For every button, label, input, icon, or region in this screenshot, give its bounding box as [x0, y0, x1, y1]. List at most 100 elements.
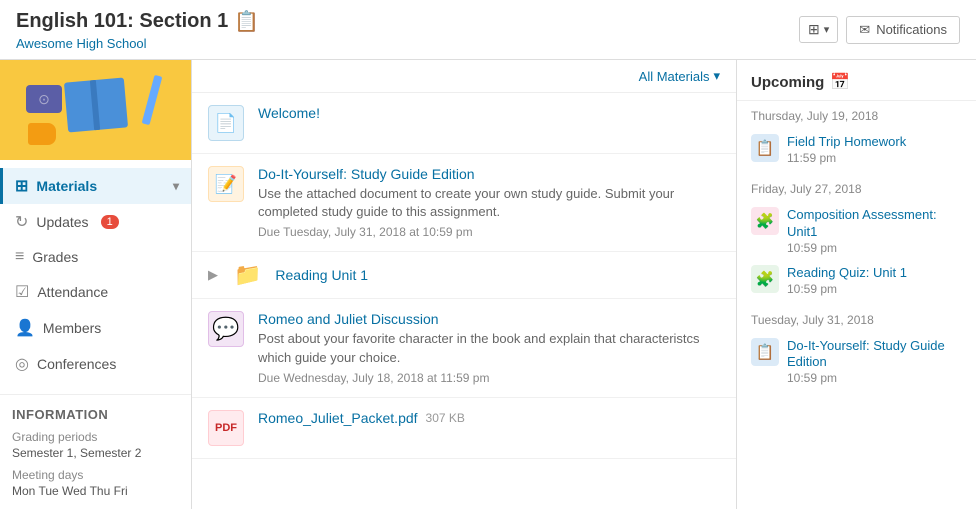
- date-label: Thursday, July 19, 2018: [751, 109, 962, 123]
- expand-icon: ▶: [208, 267, 220, 283]
- item-title[interactable]: Reading Quiz: Unit 1: [787, 265, 962, 282]
- megaphone-illustration: [28, 123, 56, 145]
- information-title: Information: [12, 407, 179, 422]
- document-icon: 📄: [208, 105, 244, 141]
- sidebar-information: Information Grading periods Semester 1, …: [0, 394, 191, 509]
- item-title[interactable]: Romeo and Juliet Discussion: [258, 311, 720, 327]
- item-title[interactable]: Composition Assessment: Unit1: [787, 207, 962, 241]
- folder-title: Reading Unit 1: [275, 267, 368, 283]
- file-size: 307 KB: [426, 411, 465, 425]
- sidebar-item-conferences[interactable]: ◎ Conferences: [0, 346, 191, 382]
- sidebar-item-updates[interactable]: ↻ Updates 1: [0, 204, 191, 240]
- grading-periods-value: Semester 1, Semester 2: [12, 446, 179, 460]
- pdf-icon: PDF: [208, 410, 244, 446]
- sidebar-item-label: Attendance: [37, 284, 108, 300]
- materials-icon: ⊞: [15, 176, 28, 196]
- list-item: PDF Romeo_Juliet_Packet.pdf 307 KB: [192, 398, 736, 459]
- date-label: Tuesday, July 31, 2018: [751, 313, 962, 327]
- sidebar: ⊞ Materials ▾ ↻ Updates 1 ≡ Grades ☑ Att…: [0, 60, 192, 509]
- list-item: 💬 Romeo and Juliet Discussion Post about…: [192, 299, 736, 397]
- upcoming-title: Upcoming: [751, 74, 824, 91]
- item-time: 10:59 pm: [787, 282, 962, 296]
- item-body: Field Trip Homework 11:59 pm: [787, 134, 962, 165]
- title-icon: 📋: [234, 9, 259, 34]
- upcoming-panel: Upcoming 📅 Thursday, July 19, 2018 📋 Fie…: [736, 60, 976, 509]
- course-hero-image: [0, 60, 192, 160]
- meeting-days-label: Meeting days: [12, 468, 179, 482]
- sidebar-item-label: Updates: [36, 214, 88, 230]
- homework-icon: 📋: [751, 134, 779, 162]
- pencil-illustration: [142, 75, 163, 125]
- page-title: English 101: Section 1 📋: [16, 9, 259, 34]
- all-materials-label: All Materials: [639, 69, 710, 84]
- assessment-icon: 🧩: [751, 207, 779, 235]
- item-title[interactable]: Field Trip Homework: [787, 134, 962, 151]
- date-group: Thursday, July 19, 2018 📋 Field Trip Hom…: [737, 101, 976, 174]
- item-title[interactable]: Welcome!: [258, 105, 720, 121]
- item-body: Do-It-Yourself: Study Guide Edition 10:5…: [787, 338, 962, 386]
- all-materials-button[interactable]: All Materials ▾: [639, 68, 720, 84]
- list-item: 🧩 Composition Assessment: Unit1 10:59 pm: [751, 202, 962, 260]
- assignment-icon: 📝: [208, 166, 244, 202]
- content-header: All Materials ▾: [192, 60, 736, 93]
- sidebar-item-label: Materials: [36, 178, 97, 194]
- item-title[interactable]: Do-It-Yourself: Study Guide Edition: [787, 338, 962, 372]
- item-title[interactable]: Romeo_Juliet_Packet.pdf: [258, 410, 418, 426]
- conferences-icon: ◎: [15, 354, 29, 374]
- grading-periods-label: Grading periods: [12, 430, 179, 444]
- date-group: Tuesday, July 31, 2018 📋 Do-It-Yourself:…: [737, 305, 976, 395]
- chevron-down-icon: ▾: [824, 23, 830, 36]
- grid-icon: ⊞: [808, 21, 820, 38]
- item-title[interactable]: Do-It-Yourself: Study Guide Edition: [258, 166, 720, 182]
- discussion-icon: 💬: [208, 311, 244, 347]
- view-toggle-button[interactable]: ⊞ ▾: [799, 16, 838, 43]
- notifications-label: Notifications: [876, 22, 947, 37]
- calendar-icon: 📅: [830, 72, 850, 92]
- item-body: Romeo and Juliet Discussion Post about y…: [258, 311, 720, 384]
- item-description: Use the attached document to create your…: [258, 185, 720, 221]
- materials-list: 📄 Welcome! 📝 Do-It-Yourself: Study Guide…: [192, 93, 736, 459]
- item-body: Composition Assessment: Unit1 10:59 pm: [787, 207, 962, 255]
- date-label: Friday, July 27, 2018: [751, 182, 962, 196]
- quiz-icon: 🧩: [751, 265, 779, 293]
- members-icon: 👤: [15, 318, 35, 338]
- item-time: 10:59 pm: [787, 371, 962, 385]
- list-item: 📋 Do-It-Yourself: Study Guide Edition 10…: [751, 333, 962, 391]
- item-description: Post about your favorite character in th…: [258, 330, 720, 366]
- school-name[interactable]: Awesome High School: [16, 36, 259, 51]
- sidebar-item-materials[interactable]: ⊞ Materials ▾: [0, 168, 191, 204]
- updates-icon: ↻: [15, 212, 28, 232]
- hero-illustration: [16, 65, 176, 155]
- list-item: 📝 Do-It-Yourself: Study Guide Edition Us…: [192, 154, 736, 252]
- chevron-right-icon: ▾: [173, 179, 179, 193]
- meeting-days-value: Mon Tue Wed Thu Fri: [12, 484, 179, 498]
- assignment-icon: 📋: [751, 338, 779, 366]
- list-item: 📋 Field Trip Homework 11:59 pm: [751, 129, 962, 170]
- sidebar-item-attendance[interactable]: ☑ Attendance: [0, 274, 191, 310]
- item-time: 11:59 pm: [787, 151, 962, 165]
- sidebar-item-members[interactable]: 👤 Members: [0, 310, 191, 346]
- main-layout: ⊞ Materials ▾ ↻ Updates 1 ≡ Grades ☑ Att…: [0, 60, 976, 509]
- chevron-down-icon: ▾: [713, 68, 720, 84]
- attendance-icon: ☑: [15, 282, 29, 302]
- sidebar-item-label: Conferences: [37, 356, 116, 372]
- item-due-date: Due Tuesday, July 31, 2018 at 10:59 pm: [258, 225, 720, 239]
- notifications-button[interactable]: ✉ Notifications: [846, 16, 960, 44]
- sidebar-item-label: Grades: [32, 249, 78, 265]
- item-body: Romeo_Juliet_Packet.pdf 307 KB: [258, 410, 720, 426]
- list-item[interactable]: ▶ 📁 Reading Unit 1: [192, 252, 736, 299]
- header-left: English 101: Section 1 📋 Awesome High Sc…: [16, 9, 259, 51]
- item-body: Reading Quiz: Unit 1 10:59 pm: [787, 265, 962, 296]
- grades-icon: ≡: [15, 248, 24, 266]
- upcoming-header: Upcoming 📅: [737, 60, 976, 101]
- item-body: Do-It-Yourself: Study Guide Edition Use …: [258, 166, 720, 239]
- header: English 101: Section 1 📋 Awesome High Sc…: [0, 0, 976, 60]
- sidebar-item-label: Members: [43, 320, 101, 336]
- camera-illustration: [26, 85, 62, 113]
- header-actions: ⊞ ▾ ✉ Notifications: [799, 16, 960, 44]
- content-area: All Materials ▾ 📄 Welcome! 📝 Do-It-Yours…: [192, 60, 736, 509]
- list-item: 📄 Welcome!: [192, 93, 736, 154]
- folder-icon: 📁: [234, 262, 261, 288]
- date-group: Friday, July 27, 2018 🧩 Composition Asse…: [737, 174, 976, 305]
- sidebar-item-grades[interactable]: ≡ Grades: [0, 240, 191, 274]
